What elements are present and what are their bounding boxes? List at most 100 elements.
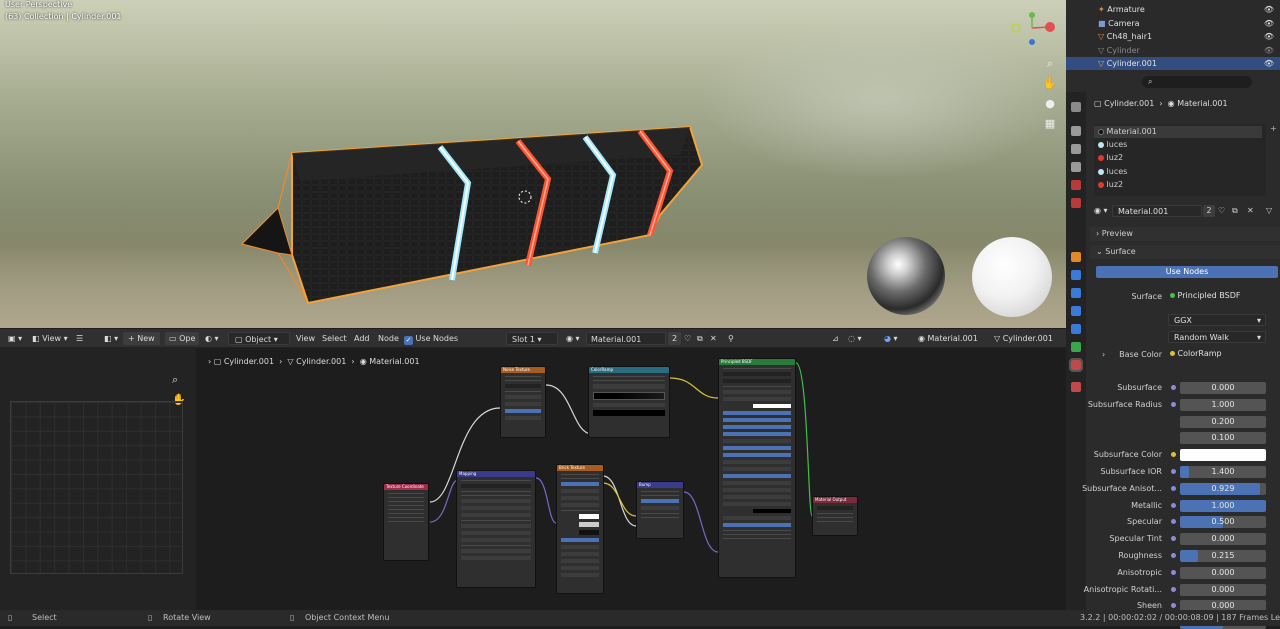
editor-type-icon[interactable]: ▣ ▾	[8, 332, 22, 345]
socket-icon[interactable]	[1171, 452, 1176, 457]
fake-user-icon[interactable]: ♡	[1218, 206, 1225, 215]
socket-icon[interactable]	[1171, 570, 1176, 575]
menu-select[interactable]: Select	[322, 332, 347, 345]
menu-node[interactable]: Node	[378, 332, 399, 345]
menu-add[interactable]: Add	[354, 332, 370, 345]
physics-tab-icon[interactable]	[1071, 306, 1081, 316]
filter-icon[interactable]: ▽	[1266, 206, 1272, 215]
material-browse-icon[interactable]: ◉ ▾	[1094, 206, 1108, 215]
close-icon[interactable]: ✕	[1247, 206, 1254, 215]
render-tab-icon[interactable]	[1071, 126, 1081, 136]
subsurface-method-dropdown[interactable]: Random Walk ▾	[1168, 331, 1266, 343]
property-value-slider[interactable]: 0.000	[1180, 533, 1266, 545]
outliner-item[interactable]: ▽ Cylinder 👁	[1066, 44, 1280, 57]
particles-tab-icon[interactable]	[1071, 288, 1081, 298]
brick-texture-node[interactable]: Brick Texture	[556, 464, 604, 594]
snap-icon[interactable]: ⊿	[832, 332, 839, 345]
property-value-slider[interactable]: 0.000	[1180, 382, 1266, 394]
material-slots-list[interactable]: Material.001 luces luz2 luces luz2	[1094, 124, 1266, 196]
socket-icon[interactable]	[1171, 536, 1176, 541]
property-value-slider[interactable]: 1.000	[1180, 399, 1266, 411]
material-browse-icon[interactable]: ◉ ▾	[566, 332, 580, 345]
add-slot-button[interactable]: +	[1270, 124, 1277, 133]
texture-coordinate-node[interactable]: Texture Coordinate	[383, 483, 429, 561]
list-item[interactable]: Material.001	[1094, 126, 1262, 138]
3d-viewport[interactable]: User Perspective (63) Collection | Cylin…	[0, 0, 1066, 328]
property-value-slider[interactable]: 1.400	[1180, 466, 1266, 478]
constraints-tab-icon[interactable]	[1071, 324, 1081, 334]
scene-tab-icon[interactable]	[1071, 180, 1081, 190]
outliner-item-selected[interactable]: ▽ Cylinder.001 👁	[1066, 57, 1280, 70]
hamburger-icon[interactable]: ☰	[76, 332, 83, 345]
outliner-item[interactable]: ■ Camera 👁	[1066, 17, 1280, 30]
property-value-slider[interactable]: 0.000	[1180, 584, 1266, 596]
output-tab-icon[interactable]	[1071, 144, 1081, 154]
menu-view[interactable]: View	[296, 332, 315, 345]
material-output-node[interactable]: Material Output	[812, 496, 858, 536]
material-tab-icon[interactable]	[1069, 358, 1083, 372]
navigation-gizmo[interactable]	[1005, 12, 1063, 52]
pin-icon[interactable]: ⚲	[728, 332, 734, 345]
object-tab-icon[interactable]	[1071, 252, 1081, 262]
uv-grid[interactable]	[10, 401, 183, 574]
material-users[interactable]: 2	[1203, 205, 1215, 217]
property-value-slider[interactable]: 0.500	[1180, 516, 1266, 528]
socket-icon[interactable]	[1171, 469, 1176, 474]
property-value-slider[interactable]: 0.215	[1180, 550, 1266, 562]
texture-tab-icon[interactable]	[1071, 382, 1081, 392]
principled-bsdf-node[interactable]: Principled BSDF	[718, 358, 796, 578]
node-canvas[interactable]: › ▢ Cylinder.001 › ▽ Cylinder.001 › ◉ Ma…	[196, 348, 1066, 610]
material-name-field[interactable]: Material.001	[586, 332, 666, 345]
socket-icon[interactable]	[1171, 385, 1176, 390]
cylinder-object[interactable]	[230, 115, 720, 325]
grid-view-icon[interactable]: ▦	[1042, 116, 1058, 132]
list-item[interactable]: luz2	[1094, 179, 1123, 191]
use-nodes-button[interactable]: Use Nodes	[1096, 266, 1278, 278]
use-nodes-checkbox[interactable]: ✓ Use Nodes	[404, 332, 458, 345]
overlay-icon[interactable]: ◌ ▾	[848, 332, 862, 345]
list-item[interactable]: luces	[1094, 139, 1127, 151]
duplicate-icon[interactable]: ⧉	[697, 332, 703, 345]
subsurface-color-swatch[interactable]	[1180, 449, 1266, 461]
socket-icon[interactable]	[1171, 402, 1176, 407]
preview-panel-header[interactable]: › Preview	[1090, 227, 1280, 241]
world-tab-icon[interactable]	[1071, 198, 1081, 208]
fake-user-icon[interactable]: ♡	[684, 332, 691, 345]
outliner[interactable]: ✦ Armature 👁 ■ Camera 👁 ▽ Ch48_hair1 👁 ▽ Cy…	[1066, 0, 1280, 72]
property-value-slider[interactable]: 0.100	[1180, 432, 1266, 444]
property-value-slider[interactable]: 0.000	[1180, 567, 1266, 579]
slot-dropdown[interactable]: Slot 1 ▾	[506, 332, 558, 345]
new-button[interactable]: + New	[123, 332, 160, 345]
zoom-icon[interactable]: ⌕	[1042, 56, 1058, 72]
noise-texture-node[interactable]: Noise Texture	[500, 366, 546, 438]
material-field[interactable]: Material.001	[1112, 205, 1202, 217]
view-menu[interactable]: ◧ View ▾	[32, 332, 68, 345]
socket-icon[interactable]	[1171, 519, 1176, 524]
surface-shader-field[interactable]: Principled BSDF	[1170, 290, 1266, 302]
image-type-icon[interactable]: ◧ ▾	[104, 332, 118, 345]
property-value-slider[interactable]: 0.200	[1180, 416, 1266, 428]
socket-icon[interactable]	[1171, 486, 1176, 491]
socket-icon[interactable]	[1171, 603, 1176, 608]
mapping-node[interactable]: Mapping	[456, 470, 536, 588]
surface-panel-header[interactable]: ⌄ Surface	[1090, 245, 1280, 259]
distribution-dropdown[interactable]: GGX ▾	[1168, 314, 1266, 326]
object-dropdown[interactable]: ▢ Object ▾	[228, 332, 290, 345]
socket-icon[interactable]	[1171, 587, 1176, 592]
material-users-count[interactable]: 2	[668, 332, 682, 345]
camera-view-icon[interactable]: ●	[1042, 96, 1058, 112]
shader-type-icon[interactable]: ◐ ▾	[205, 332, 219, 345]
search-input[interactable]: ⌕	[1142, 76, 1252, 88]
hand-pan-icon[interactable]: ✋	[1042, 76, 1058, 92]
tool-tab-icon[interactable]	[1071, 102, 1081, 112]
socket-icon[interactable]	[1171, 553, 1176, 558]
zoom-icon[interactable]: ⌕	[172, 373, 178, 387]
modifier-tab-icon[interactable]	[1071, 270, 1081, 280]
outliner-item[interactable]: ✦ Armature 👁	[1066, 3, 1280, 16]
socket-icon[interactable]	[1171, 503, 1176, 508]
list-item[interactable]: luz2	[1094, 152, 1123, 164]
list-item[interactable]: luces	[1094, 166, 1127, 178]
outliner-item[interactable]: ▽ Ch48_hair1 👁	[1066, 30, 1280, 43]
bump-node[interactable]: Bump	[636, 481, 684, 539]
base-color-field[interactable]: ColorRamp	[1170, 348, 1266, 360]
